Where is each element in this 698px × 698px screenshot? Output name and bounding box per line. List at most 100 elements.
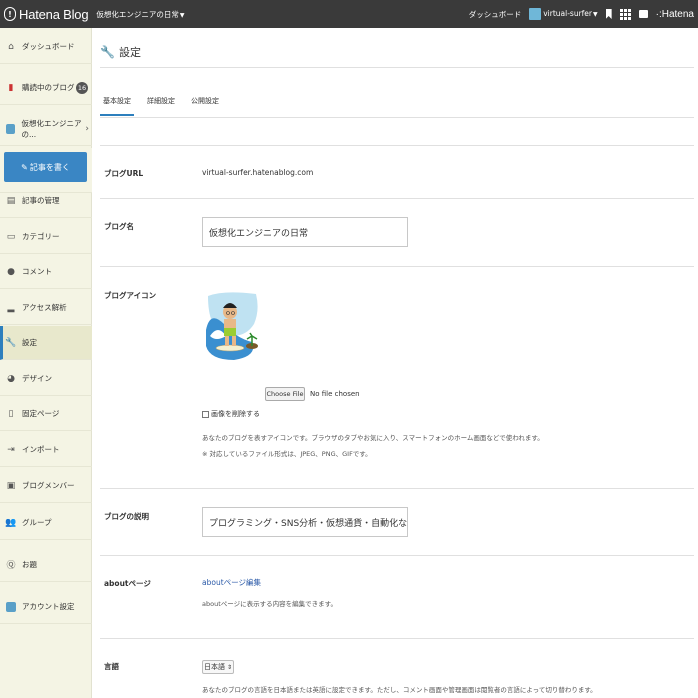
sidebar-item-label: 設定 [22,338,37,347]
comment-icon: ● [7,266,15,277]
sidebar-item-design[interactable]: ◕ デザイン [0,362,92,396]
sidebar-item-groups[interactable]: 👥 グループ [0,506,92,540]
bookmark-icon: ▮ [8,82,14,93]
sidebar-item-account[interactable]: アカウント設定 [0,590,92,624]
sidebar-item-import[interactable]: ⇥ インポート [0,433,92,467]
sidebar-item-label: ブログメンバー [22,481,75,490]
sidebar-item-settings[interactable]: 🔧 設定 [0,326,92,360]
sidebar-item-label: デザイン [22,374,52,383]
page-title-text: 設定 [118,46,141,59]
blog-icon-image [206,292,258,360]
blog-selector[interactable]: 仮想化エンジニアの日常▼ [96,9,184,20]
hatena-text: Hatena [661,8,694,20]
sidebar-item-subscriptions[interactable]: ▮ 購読中のブログ 16 [0,71,92,105]
sidebar-item-label: アクセス解析 [22,303,67,312]
sidebar-item-members[interactable]: ▣ ブログメンバー [0,469,92,503]
apps-grid-icon[interactable] [619,8,631,20]
write-article-button[interactable]: ✎ 記事を書く [4,152,87,182]
sidebar-item-dashboard[interactable]: ⌂ ダッシュボード [0,30,92,64]
sidebar-item-label: お題 [22,560,37,569]
page-icon: ▯ [8,408,14,419]
topic-icon: Ⓠ [6,561,16,571]
chart-icon: ▂ [7,302,15,313]
bookmark-icon[interactable] [605,9,612,19]
divider [100,488,694,489]
sidebar-item-label: 仮想化エンジニアの... [21,118,82,139]
about-note: aboutページに表示する内容を編集できます。 [202,600,337,608]
sidebar-item-label: 固定ページ [22,409,60,418]
no-file-text: No file chosen [310,390,360,398]
blog-avatar [6,123,16,134]
delete-image-label: 画像を削除する [211,410,260,418]
sidebar-item-analytics[interactable]: ▂ アクセス解析 [0,291,92,325]
dashboard-link[interactable]: ダッシュボード [469,9,522,20]
language-select-value: 日本語 [203,663,225,671]
chevron-right-icon: › [85,123,89,134]
choose-file-button[interactable]: Choose File [265,387,305,401]
icon-note: あなたのブログを表すアイコンです。ブラウザのタブやお気に入り、スマートフォンのホ… [202,434,544,442]
username: virtual-surfer [543,9,593,18]
delete-image-checkbox[interactable] [202,410,209,418]
hatena-logo-icon: ! [4,7,16,21]
sidebar-item-categories[interactable]: ▭ カテゴリー [0,220,92,254]
logo-text: Hatena Blog [19,6,89,22]
language-note: あなたのブログの言語を日本語または英語に設定できます。ただし、コメント画面や管理… [202,686,597,694]
sidebar-item-pages[interactable]: ▯ 固定ページ [0,397,92,431]
divider [100,266,694,267]
sidebar-item-blog[interactable]: 仮想化エンジニアの... › [0,112,92,146]
caret-down-icon: ▼ [593,11,598,18]
blog-url-label: ブログURL [104,169,144,178]
sidebar-item-label: ダッシュボード [22,42,75,51]
updown-icon: ⇕ [226,663,233,671]
user-menu[interactable]: virtual-surfer▼ [529,8,598,20]
caret-down-icon: ▼ [179,11,185,19]
top-bar: ! Hatena Blog 仮想化エンジニアの日常▼ ダッシュボード virtu… [0,0,698,28]
user-avatar [529,8,542,20]
tab-publish[interactable]: 公開設定 [188,94,222,116]
document-icon: ▤ [6,195,16,206]
hatena-blog-logo[interactable]: ! Hatena Blog [4,6,89,22]
description-input[interactable]: プログラミング・SNS分析・仮想通貨・自動化などに関してよ [202,507,408,537]
hatena-link[interactable]: ·:Hatena [656,9,694,20]
tab-advanced[interactable]: 詳細設定 [144,94,178,116]
sidebar: ⌂ ダッシュボード ▮ 購読中のブログ 16 仮想化エンジニアの... › ✎ 記… [0,28,92,698]
tab-basic[interactable]: 基本設定 [100,94,134,116]
sidebar-item-articles[interactable]: ▤ 記事の管理 [0,184,92,218]
unread-badge: 16 [76,81,88,94]
wrench-icon: 🔧 [100,45,115,59]
blog-url-value: virtual-surfer.hatenablog.com [202,168,314,177]
sidebar-item-comments[interactable]: ● コメント [0,255,92,289]
sidebar-item-label: 購読中のブログ [22,83,75,92]
sidebar-item-label: グループ [22,518,52,527]
blog-name-input[interactable]: 仮想化エンジニアの日常 [202,217,408,247]
blog-icon-label: ブログアイコン [104,291,157,300]
about-label: aboutページ [104,579,151,588]
group-icon: 👥 [5,517,17,528]
sidebar-item-topics[interactable]: Ⓠ お題 [0,548,92,582]
wrench-icon: 🔧 [5,337,17,348]
members-icon: ▣ [6,480,16,491]
account-avatar [6,601,16,612]
divider [100,145,694,146]
divider [100,555,694,556]
edit-icon: ✎ [21,162,28,172]
page-title: 🔧 設定 [100,44,141,60]
sidebar-item-label: カテゴリー [22,232,60,241]
delete-image-option[interactable]: 画像を削除する [202,409,260,419]
palette-icon: ◕ [7,373,15,384]
language-select[interactable]: 日本語 ⇕ [202,660,234,674]
language-label: 言語 [104,662,119,671]
notification-icon[interactable] [638,10,648,18]
sidebar-item-label: アカウント設定 [22,602,75,611]
sidebar-item-label: コメント [22,267,52,276]
about-edit-link[interactable]: aboutページ編集 [202,577,261,588]
blog-name-label: ブログ名 [104,222,134,231]
folder-icon: ▭ [6,231,16,242]
home-icon: ⌂ [8,41,14,52]
import-icon: ⇥ [7,444,15,455]
sidebar-item-label: 記事の管理 [22,196,60,205]
settings-tabs: 基本設定 詳細設定 公開設定 [100,94,222,116]
divider [100,67,694,68]
write-button-label: 記事を書く [29,162,70,172]
settings-main: 🔧 設定 基本設定 詳細設定 公開設定 ブログURL virtual-surfe… [92,28,698,698]
